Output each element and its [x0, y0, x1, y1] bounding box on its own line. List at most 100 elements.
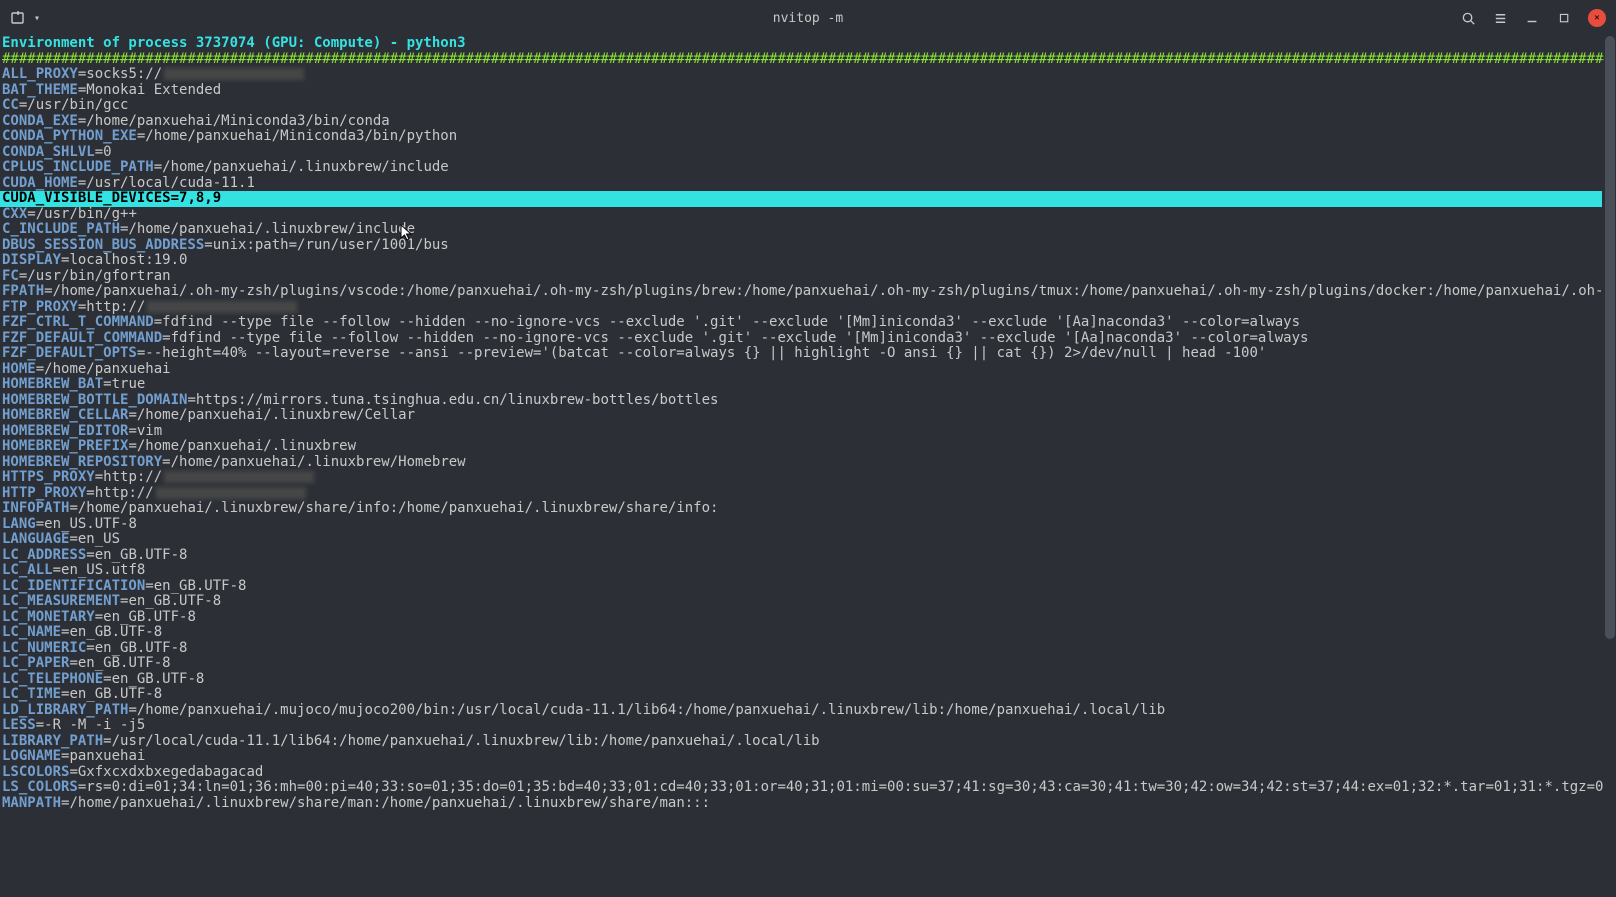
search-icon[interactable] — [1460, 10, 1476, 26]
equals-sign: = — [145, 578, 153, 594]
env-row: HOMEBREW_BOTTLE_DOMAIN=https://mirrors.t… — [0, 393, 1602, 409]
env-row: HTTPS_PROXY=http:// — [0, 470, 1602, 486]
env-key: LC_MEASUREMENT — [2, 593, 120, 609]
env-key: INFOPATH — [2, 500, 69, 516]
env-row: MANPATH=/home/panxuehai/.linuxbrew/share… — [0, 796, 1602, 812]
minimize-button[interactable] — [1524, 10, 1540, 26]
env-value: true — [112, 376, 146, 392]
env-value: /home/panxuehai/Miniconda3/bin/conda — [86, 113, 389, 129]
env-key: LIBRARY_PATH — [2, 733, 103, 749]
env-key: LC_TELEPHONE — [2, 671, 103, 687]
env-value: en_GB.UTF-8 — [103, 609, 196, 625]
window-title: nvitop -m — [210, 11, 1406, 26]
terminal-content[interactable]: Environment of process 3737074 (GPU: Com… — [0, 36, 1616, 897]
equals-sign: = — [128, 423, 136, 439]
scrollbar-thumb[interactable] — [1605, 36, 1615, 639]
env-row: CPLUS_INCLUDE_PATH=/home/panxuehai/.linu… — [0, 160, 1602, 176]
env-value: /home/panxuehai/.mujoco/mujoco200/bin:/u… — [137, 702, 1165, 718]
env-key: HTTPS_PROXY — [2, 469, 95, 485]
env-value: /home/panxuehai/Miniconda3/bin/python — [145, 128, 457, 144]
env-value: /usr/bin/gfortran — [27, 268, 170, 284]
equals-sign: = — [95, 144, 103, 160]
maximize-button[interactable] — [1556, 10, 1572, 26]
env-key: C_INCLUDE_PATH — [2, 221, 120, 237]
env-row: HOMEBREW_PREFIX=/home/panxuehai/.linuxbr… — [0, 439, 1602, 455]
equals-sign: = — [86, 485, 94, 501]
equals-sign: = — [69, 655, 77, 671]
env-value: /usr/bin/g++ — [36, 206, 137, 222]
env-key: CC — [2, 97, 19, 113]
env-key: LC_NAME — [2, 624, 61, 640]
env-value: en_GB.UTF-8 — [128, 593, 221, 609]
env-row: BAT_THEME=Monokai Extended — [0, 83, 1602, 99]
env-row: CUDA_HOME=/usr/local/cuda-11.1 — [0, 176, 1602, 192]
equals-sign: = — [154, 314, 162, 330]
env-row: INFOPATH=/home/panxuehai/.linuxbrew/shar… — [0, 501, 1602, 517]
env-value: https://mirrors.tuna.tsinghua.edu.cn/lin… — [196, 392, 719, 408]
env-key: CONDA_SHLVL — [2, 144, 95, 160]
env-row: HOMEBREW_CELLAR=/home/panxuehai/.linuxbr… — [0, 408, 1602, 424]
env-row: HOMEBREW_BAT=true — [0, 377, 1602, 393]
env-key: FC — [2, 268, 19, 284]
equals-sign: = — [162, 454, 170, 470]
new-tab-icon[interactable] — [10, 10, 26, 26]
env-row: CONDA_PYTHON_EXE=/home/panxuehai/Minicon… — [0, 129, 1602, 145]
env-value: unix:path=/run/user/1001/bus — [213, 237, 449, 253]
env-value: 7,8,9 — [179, 190, 221, 206]
equals-sign: = — [86, 640, 94, 656]
env-key: LS_COLORS — [2, 779, 78, 795]
env-value: http:// — [86, 299, 145, 315]
equals-sign: = — [103, 376, 111, 392]
env-key: LC_NUMERIC — [2, 640, 86, 656]
rule-line: ########################################… — [0, 52, 1602, 68]
env-value: /usr/local/cuda-11.1/lib64:/home/panxueh… — [112, 733, 820, 749]
env-key: HOMEBREW_PREFIX — [2, 438, 128, 454]
env-value: http:// — [95, 485, 154, 501]
equals-sign: = — [154, 159, 162, 175]
env-key: LC_PAPER — [2, 655, 69, 671]
env-row: HTTP_PROXY=http:// — [0, 486, 1602, 502]
env-value: /usr/bin/gcc — [27, 97, 128, 113]
env-row: CONDA_SHLVL=0 — [0, 145, 1602, 161]
equals-sign: = — [204, 237, 212, 253]
env-key: CONDA_EXE — [2, 113, 78, 129]
env-row: DBUS_SESSION_BUS_ADDRESS=unix:path=/run/… — [0, 238, 1602, 254]
env-key: HOMEBREW_REPOSITORY — [2, 454, 162, 470]
env-key: ALL_PROXY — [2, 66, 78, 82]
env-row: LC_TELEPHONE=en_GB.UTF-8 — [0, 672, 1602, 688]
env-row: HOMEBREW_REPOSITORY=/home/panxuehai/.lin… — [0, 455, 1602, 471]
equals-sign: = — [36, 361, 44, 377]
equals-sign: = — [128, 407, 136, 423]
env-key: CONDA_PYTHON_EXE — [2, 128, 137, 144]
env-key: HOME — [2, 361, 36, 377]
env-key: FZF_CTRL_T_COMMAND — [2, 314, 154, 330]
titlebar-right — [1406, 9, 1606, 27]
env-value: fdfind --type file --follow --hidden --n… — [171, 330, 1309, 346]
env-key: HOMEBREW_CELLAR — [2, 407, 128, 423]
env-value: localhost:19.0 — [69, 252, 187, 268]
env-row: LESS=-R -M -i -j5 — [0, 718, 1602, 734]
env-key: LANGUAGE — [2, 531, 69, 547]
titlebar-left: ▾ — [10, 10, 210, 26]
redacted-segment — [156, 487, 306, 499]
tab-menu-dropdown[interactable]: ▾ — [34, 13, 40, 24]
env-row: LD_LIBRARY_PATH=/home/panxuehai/.mujoco/… — [0, 703, 1602, 719]
env-key: DBUS_SESSION_BUS_ADDRESS — [2, 237, 204, 253]
env-row: DISPLAY=localhost:19.0 — [0, 253, 1602, 269]
env-key: HTTP_PROXY — [2, 485, 86, 501]
env-row: HOMEBREW_EDITOR=vim — [0, 424, 1602, 440]
env-value: en_GB.UTF-8 — [69, 686, 162, 702]
scrollbar[interactable] — [1604, 36, 1616, 897]
env-value: en_US.utf8 — [61, 562, 145, 578]
env-value: /home/panxuehai/.linuxbrew/Homebrew — [171, 454, 466, 470]
close-button[interactable] — [1588, 9, 1606, 27]
menu-icon[interactable] — [1492, 10, 1508, 26]
env-value: en_GB.UTF-8 — [78, 655, 171, 671]
env-value: /home/panxuehai — [44, 361, 170, 377]
env-value: -R -M -i -j5 — [44, 717, 145, 733]
redacted-segment — [164, 471, 314, 483]
equals-sign: = — [128, 702, 136, 718]
env-key: HOMEBREW_BOTTLE_DOMAIN — [2, 392, 187, 408]
env-value: rs=0:di=01;34:ln=01;36:mh=00:pi=40;33:so… — [86, 779, 1616, 795]
env-row: CONDA_EXE=/home/panxuehai/Miniconda3/bin… — [0, 114, 1602, 130]
